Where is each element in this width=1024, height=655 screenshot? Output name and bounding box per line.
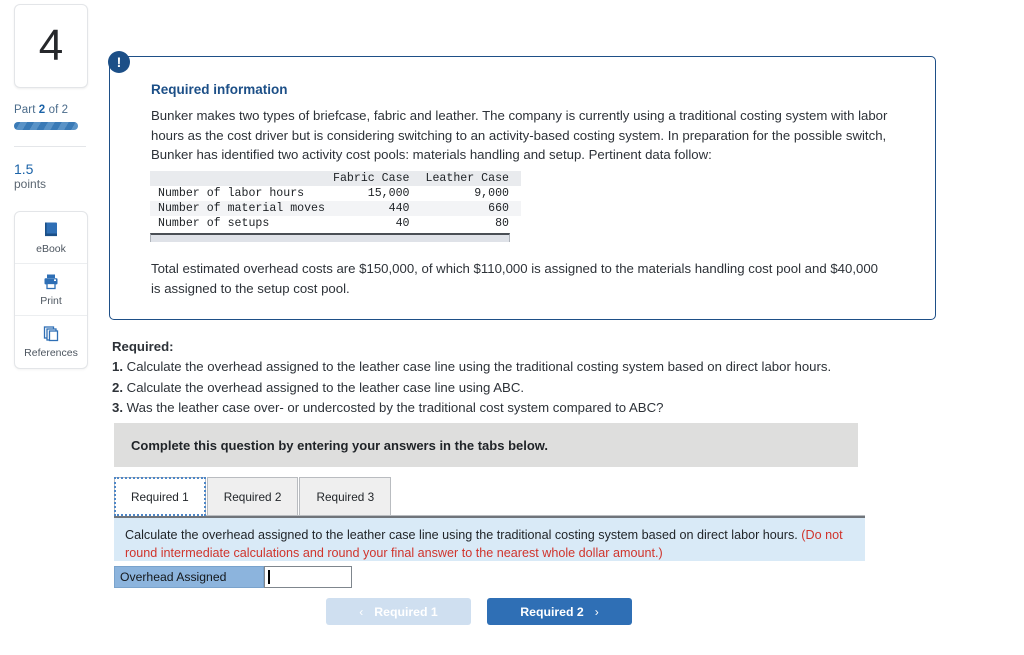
tab-panel-required-1: Calculate the overhead assigned to the l… xyxy=(114,516,865,561)
printer-icon xyxy=(41,272,61,292)
table-row: Number of setups 40 80 xyxy=(150,216,521,231)
required-section: Required: 1. Calculate the overhead assi… xyxy=(112,337,912,418)
page-root: 4 Part 2 of 2 1.5 points eBook Print Ref… xyxy=(0,0,1024,655)
required-item-2: 2. Calculate the overhead assigned to th… xyxy=(112,378,912,398)
part-progress-label: Part 2 of 2 xyxy=(14,104,90,116)
table-footer-strip xyxy=(150,233,510,242)
answer-widget-header-text: Complete this question by entering your … xyxy=(131,437,549,453)
answer-label-cell: Overhead Assigned xyxy=(114,566,264,588)
prev-required-button[interactable]: ‹ Required 1 xyxy=(326,598,471,625)
sidebar-item-label-references: References xyxy=(24,347,78,360)
points-value: 1.5 xyxy=(14,161,34,177)
tab-required-1[interactable]: Required 1 xyxy=(114,477,206,516)
table-cell-name: Number of material moves xyxy=(158,202,325,215)
answer-navigation: ‹ Required 1 Required 2 › xyxy=(326,598,632,625)
tab-panel-instruction-wrap: Calculate the overhead assigned to the l… xyxy=(125,527,852,563)
table-cell-name: Number of setups xyxy=(158,217,270,230)
overhead-assigned-input[interactable] xyxy=(264,566,352,588)
references-icon xyxy=(41,324,61,344)
table-header-blank xyxy=(150,171,329,186)
pertinent-data-table-wrap: Fabric Case Leather Case Number of labor… xyxy=(150,171,522,242)
required-heading: Required: xyxy=(112,339,174,354)
part-progress-bar xyxy=(14,122,78,130)
required-information-title: Required information xyxy=(151,82,288,97)
table-header-row: Fabric Case Leather Case xyxy=(150,171,522,186)
required-information-closing-paragraph: Total estimated overhead costs are $150,… xyxy=(151,261,879,296)
tab-required-2-label: Required 2 xyxy=(223,489,282,504)
required-item-2-number: 2. xyxy=(112,379,123,395)
answer-row: Overhead Assigned xyxy=(114,566,352,588)
answer-widget-header: Complete this question by entering your … xyxy=(114,423,858,467)
table-header-fabric: Fabric Case xyxy=(328,171,422,186)
tab-required-3[interactable]: Required 3 xyxy=(299,477,392,515)
table-cell-leather: 80 xyxy=(495,217,510,230)
required-information-paragraph: Bunker makes two types of briefcase, fab… xyxy=(151,108,888,163)
table-cell-fabric: 440 xyxy=(388,202,410,215)
pertinent-data-table: Fabric Case Leather Case Number of labor… xyxy=(150,171,522,231)
sidebar-item-label-ebook: eBook xyxy=(36,242,66,255)
prev-required-label: Required 1 xyxy=(374,604,438,619)
sidebar-divider xyxy=(14,146,86,147)
chevron-right-icon: › xyxy=(594,604,599,619)
info-exclamation-icon: ! xyxy=(108,51,130,73)
part-suffix: of 2 xyxy=(45,104,69,116)
sidebar-item-print[interactable]: Print xyxy=(15,264,87,316)
sidebar-item-ebook[interactable]: eBook xyxy=(15,212,87,264)
text-caret xyxy=(268,570,270,584)
table-cell-leather: 9,000 xyxy=(474,187,510,200)
next-required-label: Required 2 xyxy=(520,604,584,619)
required-item-3-number: 3. xyxy=(112,399,123,415)
required-item-1: 1. Calculate the overhead assigned to th… xyxy=(112,357,912,377)
tab-required-3-label: Required 3 xyxy=(316,489,375,504)
table-header-leather: Leather Case xyxy=(421,171,522,186)
chevron-left-icon: ‹ xyxy=(359,604,364,619)
required-item-1-text: Calculate the overhead assigned to the l… xyxy=(123,359,832,375)
required-item-2-text: Calculate the overhead assigned to the l… xyxy=(123,379,525,395)
sidebar-item-label-print: Print xyxy=(40,294,62,307)
tab-required-2[interactable]: Required 2 xyxy=(206,477,299,515)
ebook-icon xyxy=(41,220,61,240)
question-number: 4 xyxy=(38,21,64,70)
sidebar-item-references[interactable]: References xyxy=(15,316,87,368)
part-prefix: Part xyxy=(14,104,39,116)
required-item-3: 3. Was the leather case over- or underco… xyxy=(112,398,912,418)
question-number-tile: 4 xyxy=(14,4,88,88)
tab-required-1-label: Required 1 xyxy=(131,489,189,504)
tab-panel-instruction: Calculate the overhead assigned to the l… xyxy=(125,528,802,542)
table-cell-fabric: 40 xyxy=(395,217,410,230)
next-required-button[interactable]: Required 2 › xyxy=(487,598,632,625)
question-sidebar: 4 Part 2 of 2 1.5 points eBook Print Ref… xyxy=(14,4,90,369)
points-label: points xyxy=(14,177,47,192)
table-cell-leather: 660 xyxy=(488,202,510,215)
required-information-box: Required information Bunker makes two ty… xyxy=(109,56,936,320)
required-item-1-number: 1. xyxy=(112,359,123,375)
table-cell-name: Number of labor hours xyxy=(158,187,305,200)
tool-card: eBook Print References xyxy=(14,210,88,369)
answer-tabstrip: Required 1 Required 2 Required 3 xyxy=(114,476,865,516)
required-item-3-text: Was the leather case over- or undercoste… xyxy=(123,399,664,415)
table-row: Number of labor hours 15,000 9,000 xyxy=(150,186,521,201)
table-row: Number of material moves 440 660 xyxy=(150,201,522,216)
table-cell-fabric: 15,000 xyxy=(367,187,410,200)
